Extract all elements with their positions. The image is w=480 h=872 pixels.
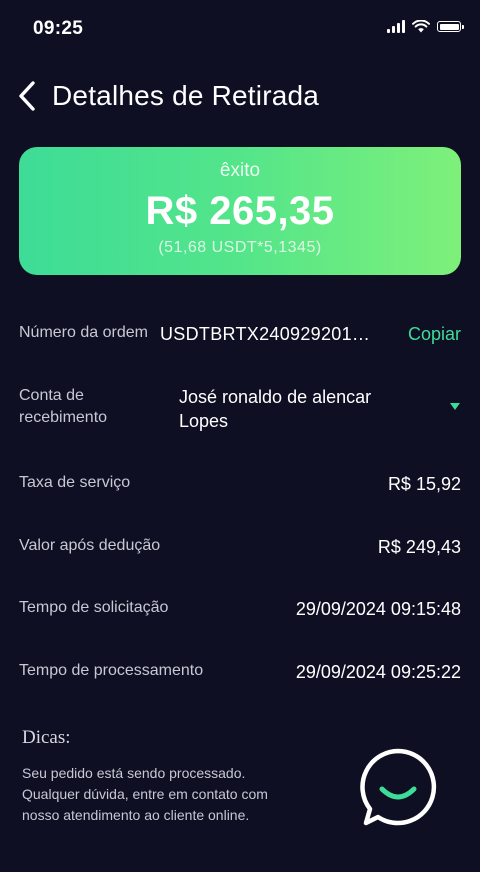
wifi-icon bbox=[412, 20, 430, 33]
processing-time-row: Tempo de processamento 29/09/2024 09:25:… bbox=[19, 660, 461, 686]
order-number-row: Número da ordem USDTBRTX240929201… Copia… bbox=[19, 322, 461, 348]
service-fee-label: Taxa de serviço bbox=[19, 474, 131, 491]
receiving-account-label-line1: Conta de bbox=[19, 387, 84, 404]
value-after-deduction-row: Valor após dedução R$ 249,43 bbox=[19, 535, 461, 561]
tips-title: Dicas: bbox=[22, 727, 71, 748]
receiving-account-label: Conta de recebimento bbox=[19, 385, 107, 429]
receiving-account-label-line2: recebimento bbox=[19, 409, 108, 426]
status-bar: 09:25 bbox=[0, 0, 480, 60]
receiving-account-value: José ronaldo de alencar Lopes bbox=[179, 387, 372, 431]
amount-card: êxito R$ 265,35 (51,68 USDT*5,1345) bbox=[19, 147, 461, 275]
transaction-status: êxito bbox=[219, 160, 261, 181]
request-time-value: 29/09/2024 09:15:48 bbox=[295, 599, 461, 619]
caret-down-icon[interactable] bbox=[449, 402, 461, 411]
tips-line: Qualquer dúvida, entre em contato com bbox=[22, 786, 268, 802]
receiving-account-row: Conta de recebimento José ronaldo de ale… bbox=[19, 385, 461, 435]
processing-time-value: 29/09/2024 09:25:22 bbox=[295, 662, 461, 682]
copy-button[interactable]: Copiar bbox=[408, 322, 461, 346]
value-after-deduction-value: R$ 249,43 bbox=[377, 537, 461, 557]
service-fee-value: R$ 15,92 bbox=[387, 474, 461, 494]
processing-time-label: Tempo de processamento bbox=[19, 662, 204, 679]
tips-text: Seu pedido está sendo processado. Qualqu… bbox=[22, 763, 332, 826]
status-icons bbox=[387, 20, 464, 33]
back-icon[interactable] bbox=[16, 80, 38, 112]
page-title: Detalhes de Retirada bbox=[52, 80, 320, 111]
conversion-detail: (51,68 USDT*5,1345) bbox=[158, 239, 322, 256]
order-number-value: USDTBRTX240929201… bbox=[160, 324, 371, 344]
customer-service-chat-button[interactable] bbox=[358, 747, 438, 827]
service-fee-row: Taxa de serviço R$ 15,92 bbox=[19, 472, 461, 498]
status-time: 09:25 bbox=[33, 18, 84, 39]
tips-line: Seu pedido está sendo processado. bbox=[22, 765, 246, 781]
order-number-label: Número da ordem bbox=[19, 324, 148, 341]
request-time-label: Tempo de solicitação bbox=[19, 599, 169, 616]
battery-icon bbox=[437, 21, 464, 32]
request-time-row: Tempo de solicitação 29/09/2024 09:15:48 bbox=[19, 597, 461, 623]
tips-line: nosso atendimento ao cliente online. bbox=[22, 807, 250, 823]
smiley-chat-bubble-icon bbox=[360, 748, 437, 826]
cellular-signal-icon bbox=[387, 20, 405, 33]
header: Detalhes de Retirada bbox=[0, 70, 480, 120]
value-after-deduction-label: Valor após dedução bbox=[19, 537, 161, 554]
withdrawal-amount: R$ 265,35 bbox=[145, 189, 335, 233]
